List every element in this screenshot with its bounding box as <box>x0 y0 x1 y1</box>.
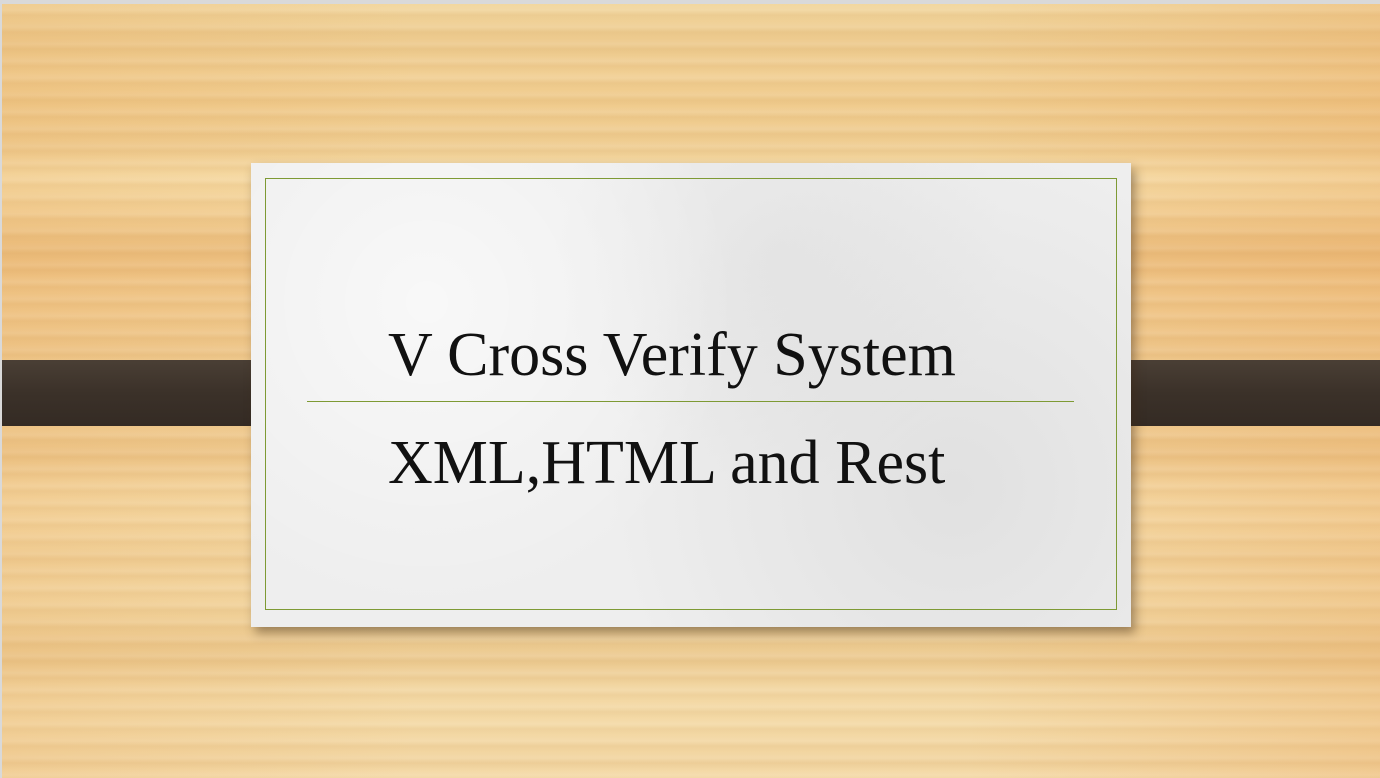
slide: V Cross Verify System XML,HTML and Rest <box>2 4 1380 778</box>
card-frame <box>265 178 1117 610</box>
right-strap <box>1100 360 1380 426</box>
slide-title[interactable]: V Cross Verify System <box>388 319 956 391</box>
slide-subtitle[interactable]: XML,HTML and Rest <box>388 427 945 499</box>
title-card: V Cross Verify System XML,HTML and Rest <box>251 163 1131 627</box>
left-strap <box>2 360 286 426</box>
title-divider <box>307 401 1074 402</box>
